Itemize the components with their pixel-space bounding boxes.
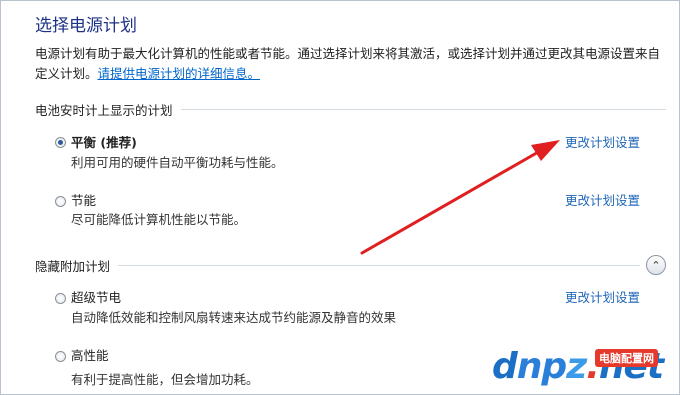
page-title: 选择电源计划 [35, 16, 137, 36]
group-header-battery: 电池安时计上显示的计划 [35, 100, 666, 119]
chevron-up-icon[interactable]: ⌃ [646, 255, 666, 275]
plan-desc-high-performance: 有利于提高性能，但会增加功耗。 [71, 372, 259, 387]
change-plan-settings-link-super-saver[interactable]: 更改计划设置 [565, 287, 640, 306]
group-label-hidden: 隐藏附加计划 [35, 258, 111, 274]
change-plan-settings-link-power-saver[interactable]: 更改计划设置 [565, 190, 640, 209]
plan-name-super-saver[interactable]: 超级节电 [71, 287, 121, 306]
group-header-hidden: 隐藏附加计划 ⌃ [35, 255, 666, 275]
plan-name-high-performance[interactable]: 高性能 [71, 345, 109, 364]
change-plan-settings-link-balanced[interactable]: 更改计划设置 [565, 132, 640, 151]
page-description: 电源计划有助于最大化计算机的性能或者节能。通过选择计划来将其激活，或选择计划并通… [35, 44, 665, 84]
radio-plan-balanced[interactable] [55, 137, 66, 148]
group-divider [118, 264, 640, 266]
site-watermark: dnpz.net 电脑配置网 [492, 345, 678, 393]
radio-plan-power-saver[interactable] [55, 196, 66, 207]
plan-details-link[interactable]: 请提供电源计划的详细信息。 [98, 66, 261, 81]
plan-desc-super-saver: 自动降低效能和控制风扇转速来达成节约能源及静音的效果 [71, 310, 397, 325]
plan-desc-balanced: 利用可用的硬件自动平衡功耗与性能。 [71, 155, 284, 170]
plan-name-balanced[interactable]: 平衡 (推荐) [71, 132, 137, 151]
plan-name-power-saver[interactable]: 节能 [71, 190, 96, 209]
plan-desc-power-saver: 尽可能降低计算机性能以节能。 [71, 212, 247, 227]
watermark-badge: 电脑配置网 [595, 349, 658, 367]
radio-plan-high-performance[interactable] [55, 351, 66, 362]
group-divider [180, 109, 666, 110]
radio-plan-super-saver[interactable] [55, 293, 66, 304]
group-label-battery: 电池安时计上显示的计划 [35, 103, 173, 118]
